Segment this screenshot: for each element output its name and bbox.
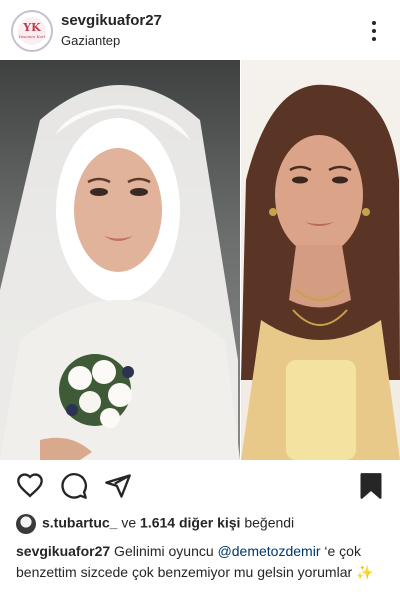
sparkles-emoji-icon: ✨ [356,564,374,580]
likes-connector: ve [117,514,141,531]
post-image-left-bride [0,60,240,460]
actress-illustration [241,84,400,460]
save-bookmark-icon[interactable] [357,472,385,500]
liker-avatar[interactable] [16,514,36,534]
more-options-icon[interactable] [362,16,386,46]
post-header: YK Yasemin Kurt sevgikuafor27 Gaziantep [0,0,400,60]
avatar[interactable]: YK Yasemin Kurt [11,10,53,52]
likes-suffix: beğendi [240,514,295,531]
caption-mention[interactable]: @demetozdemir [218,543,321,559]
avatar-logo-text: YK [23,21,41,34]
avatar-logo-subtext: Yasemin Kurt [18,34,46,39]
caption-text-part1: Gelinimi oyuncu [110,543,218,559]
liker-username[interactable]: s.tubartuc_ [42,515,117,531]
likes-summary[interactable]: s.tubartuc_ ve 1.614 diğer kişi beğendi [16,514,294,534]
post-username[interactable]: sevgikuafor27 [61,12,162,29]
likes-others-count[interactable]: 1.614 diğer kişi [140,515,240,531]
avatar-logo-badge: YK Yasemin Kurt [18,17,46,45]
like-heart-icon[interactable] [16,472,44,500]
post-image[interactable] [0,60,400,460]
bride-illustration [0,85,240,460]
share-send-icon[interactable] [104,472,132,500]
post-actions-bar [0,460,400,510]
comment-bubble-icon[interactable] [60,472,88,500]
post-image-right-actress [241,60,400,460]
caption-username[interactable]: sevgikuafor27 [16,543,110,559]
post-caption: sevgikuafor27 Gelinimi oyuncu @demetozde… [16,541,388,583]
post-location[interactable]: Gaziantep [61,33,120,48]
